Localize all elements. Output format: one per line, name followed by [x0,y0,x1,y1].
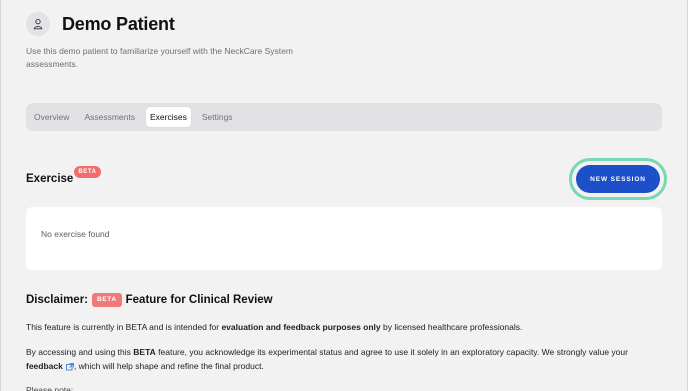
page-title: Demo Patient [62,13,175,34]
disclaimer-heading: Disclaimer: BETA Feature for Clinical Re… [26,293,273,307]
empty-state-text: No exercise found [41,229,110,239]
tab-assessments[interactable]: Assessments [80,107,139,127]
tab-overview[interactable]: Overview [30,107,73,127]
tab-bar: Overview Assessments Exercises Settings [26,103,662,131]
disclaimer-emphasis: BETA [133,347,156,357]
tab-exercises[interactable]: Exercises [145,107,191,127]
exercise-list-card: No exercise found [26,207,662,270]
disclaimer-emphasis: evaluation and feedback purposes only [221,322,381,332]
new-session-button[interactable]: NEW SESSION [576,165,660,193]
disclaimer-text: By accessing and using this [26,347,134,357]
avatar [26,12,50,36]
disclaimer-suffix: Feature for Clinical Review [125,294,273,306]
disclaimer-text: by licensed healthcare professionals. [380,322,523,332]
user-outline-icon [33,18,43,30]
disclaimer-paragraph-1: This feature is currently in BETA and is… [26,320,666,334]
disclaimer-paragraph-2: By accessing and using this BETA feature… [26,345,666,373]
feedback-link[interactable]: feedback [26,361,63,371]
patient-description: Use this demo patient to familiarize you… [26,46,293,69]
new-session-highlight: NEW SESSION [569,158,667,200]
patient-header: Demo Patient [26,12,175,36]
disclaimer-text: This feature is currently in BETA and is… [26,322,222,332]
external-link-icon[interactable] [65,362,74,371]
exercise-heading: Exercise BETA [26,164,101,185]
disclaimer-prefix: Disclaimer: [26,294,89,306]
tab-settings[interactable]: Settings [198,107,237,127]
disclaimer-beta-badge: BETA [92,293,122,307]
disclaimer-text: feature, you acknowledge its experimenta… [155,347,628,357]
exercise-title: Exercise [26,173,74,185]
beta-badge: BETA [74,166,101,178]
disclaimer-paragraph-3: Please note: [26,385,74,391]
disclaimer-text: , which will help shape and refine the f… [73,361,264,371]
